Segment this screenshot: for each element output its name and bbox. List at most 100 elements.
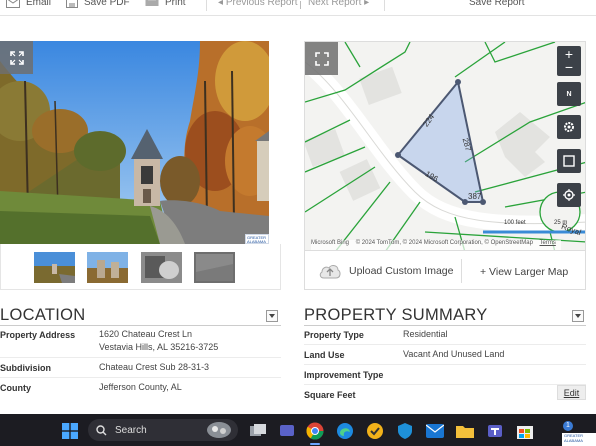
security-app-icon bbox=[367, 423, 383, 439]
report-toolbar: Email Save PDF Print ◂ Previous Report N… bbox=[0, 0, 596, 16]
expand-icon bbox=[314, 51, 329, 66]
row-value: Residential bbox=[403, 329, 448, 339]
chrome-icon bbox=[306, 422, 324, 440]
row-value: Chateau Crest Sub 28-31-3 bbox=[99, 362, 210, 372]
section-divider bbox=[0, 325, 281, 326]
toolbar-divider bbox=[206, 0, 207, 11]
map-actions-bar: Upload Custom Image + View Larger Map bbox=[304, 251, 586, 290]
row-label: Property Address bbox=[0, 330, 76, 340]
upload-custom-image-button[interactable]: Upload Custom Image bbox=[319, 263, 453, 279]
mls-badge-text: GREATER ALABAMA MLS bbox=[247, 235, 267, 245]
tray-logo-text: GREATER ALABAMA bbox=[564, 433, 584, 443]
toolbar-divider bbox=[384, 0, 385, 11]
locate-button[interactable] bbox=[557, 183, 581, 207]
search-icon bbox=[96, 424, 107, 435]
search-placeholder: Search bbox=[115, 424, 147, 436]
save-pdf-action[interactable]: Save PDF bbox=[66, 0, 130, 8]
nav-divider bbox=[300, 1, 301, 9]
summary-collapse-toggle[interactable] bbox=[572, 310, 584, 322]
active-app-indicator bbox=[310, 443, 320, 445]
parcel-map[interactable]: 224 287 196 387 Royal 100 feet 25 m + − … bbox=[304, 41, 586, 251]
thumbnail-image bbox=[141, 252, 182, 283]
edit-square-feet-button[interactable]: Edit bbox=[557, 385, 586, 400]
previous-report-link[interactable]: ◂ Previous Report bbox=[218, 0, 298, 8]
vpn-icon bbox=[398, 423, 412, 439]
property-photo-image bbox=[0, 41, 269, 244]
row-value: Vestavia Hills, AL 35216-3725 bbox=[99, 342, 219, 352]
layers-icon bbox=[563, 155, 575, 167]
thumbnail-2[interactable] bbox=[87, 252, 128, 283]
expand-map-button[interactable] bbox=[305, 42, 338, 75]
compass-icon: N bbox=[566, 90, 572, 98]
location-collapse-toggle[interactable] bbox=[266, 310, 278, 322]
store-icon bbox=[517, 426, 533, 439]
os-taskbar: Search 1 GREATER ALABAMA bbox=[0, 414, 596, 446]
thumbnail-1[interactable] bbox=[34, 252, 75, 283]
print-label: Print bbox=[165, 0, 186, 8]
teams-button[interactable] bbox=[484, 420, 506, 442]
floppy-icon bbox=[66, 0, 78, 8]
map-layers-button[interactable] bbox=[557, 149, 581, 173]
row-label: Subdivision bbox=[0, 363, 52, 373]
row-value: 1620 Chateau Crest Ln bbox=[99, 329, 193, 339]
file-explorer-button[interactable] bbox=[454, 420, 476, 442]
email-action[interactable]: Email bbox=[6, 0, 51, 8]
next-report-label: Next Report bbox=[308, 0, 362, 8]
zoom-out-icon[interactable]: − bbox=[565, 60, 573, 74]
row-divider bbox=[0, 357, 281, 358]
widgets-button[interactable]: 1 bbox=[276, 420, 573, 442]
save-report-label: Save Report bbox=[469, 0, 525, 8]
notification-badge: 1 bbox=[563, 421, 573, 431]
row-value: Jefferson County, AL bbox=[99, 382, 182, 392]
task-view-button[interactable] bbox=[247, 420, 269, 442]
terms-link[interactable]: Terms bbox=[539, 240, 555, 246]
save-pdf-label: Save PDF bbox=[84, 0, 130, 8]
row-label: County bbox=[0, 383, 31, 393]
lot-dimension-label: 387 bbox=[468, 192, 482, 201]
gear-icon bbox=[564, 122, 574, 132]
zoom-controls: + − bbox=[557, 46, 581, 76]
thumbnail-image bbox=[87, 252, 128, 283]
thumbnail-image bbox=[34, 252, 75, 283]
locate-icon bbox=[563, 189, 575, 201]
row-label: Land Use bbox=[304, 350, 345, 360]
tray-mls-logo[interactable]: GREATER ALABAMA bbox=[562, 433, 596, 446]
norton-button[interactable] bbox=[364, 420, 386, 442]
edge-button[interactable] bbox=[334, 420, 356, 442]
compass-button[interactable]: N bbox=[557, 82, 581, 106]
teams-icon bbox=[488, 425, 502, 437]
expand-icon bbox=[9, 50, 24, 65]
photo-thumbnails bbox=[0, 244, 281, 290]
search-highlight-icon bbox=[207, 422, 231, 438]
map-settings-button[interactable] bbox=[557, 115, 581, 139]
save-report-button[interactable]: Save Report bbox=[469, 0, 525, 8]
row-divider bbox=[304, 364, 586, 365]
report-page: Email Save PDF Print ◂ Previous Report N… bbox=[0, 0, 596, 446]
row-value: Vacant And Unused Land bbox=[403, 349, 505, 359]
chat-icon bbox=[280, 425, 294, 436]
task-view-icon bbox=[250, 424, 266, 436]
section-divider bbox=[304, 325, 586, 326]
mail-button[interactable] bbox=[424, 420, 446, 442]
print-action[interactable]: Print bbox=[145, 0, 186, 8]
row-label: Improvement Type bbox=[304, 370, 384, 380]
thumbnail-4[interactable] bbox=[194, 252, 235, 283]
envelope-icon bbox=[6, 0, 20, 8]
row-label: Property Type bbox=[304, 330, 364, 340]
vpn-button[interactable] bbox=[394, 420, 416, 442]
next-report-link[interactable]: Next Report ▸ bbox=[308, 0, 369, 8]
thumbnail-image bbox=[194, 252, 235, 283]
mail-icon bbox=[426, 424, 444, 438]
expand-photo-button[interactable] bbox=[0, 41, 33, 74]
store-button[interactable] bbox=[514, 420, 536, 442]
chevron-right-icon: ▸ bbox=[361, 0, 370, 8]
property-photo[interactable]: GREATER ALABAMA MLS bbox=[0, 41, 269, 244]
edge-icon bbox=[337, 423, 353, 439]
start-button[interactable] bbox=[59, 420, 81, 442]
chevron-left-icon: ◂ bbox=[218, 0, 226, 8]
view-larger-map-link[interactable]: + View Larger Map bbox=[480, 266, 568, 278]
cloud-upload-icon bbox=[319, 265, 341, 279]
chrome-button[interactable] bbox=[304, 420, 326, 442]
taskbar-search[interactable]: Search bbox=[88, 419, 238, 441]
thumbnail-3[interactable] bbox=[141, 252, 182, 283]
